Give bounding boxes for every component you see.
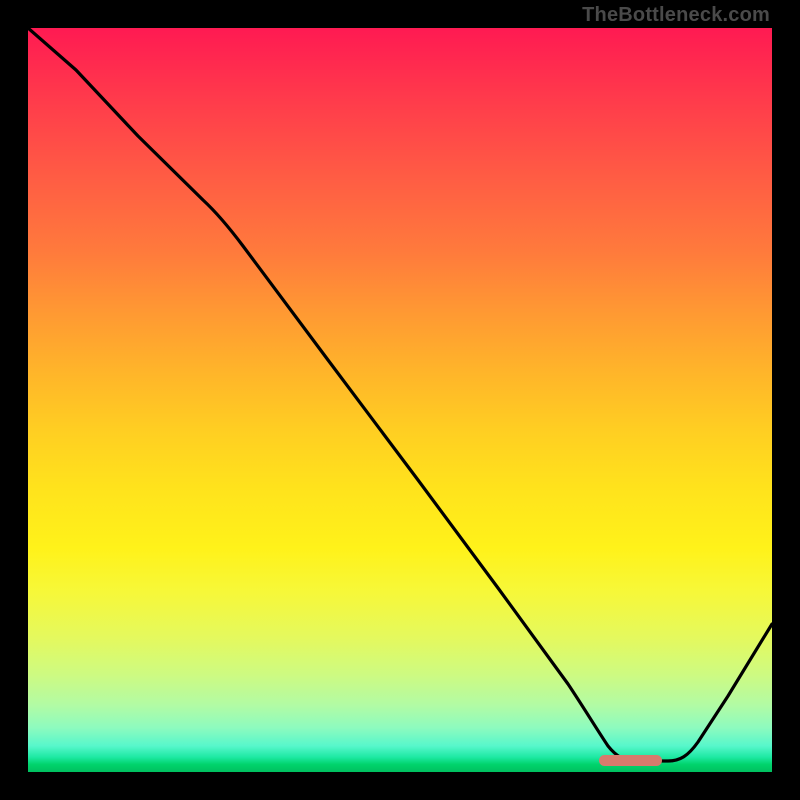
optimal-range-marker xyxy=(599,755,662,766)
gradient-background xyxy=(28,28,772,772)
plot-area xyxy=(28,28,772,772)
chart-stage: TheBottleneck.com xyxy=(0,0,800,800)
watermark-label: TheBottleneck.com xyxy=(582,4,770,27)
